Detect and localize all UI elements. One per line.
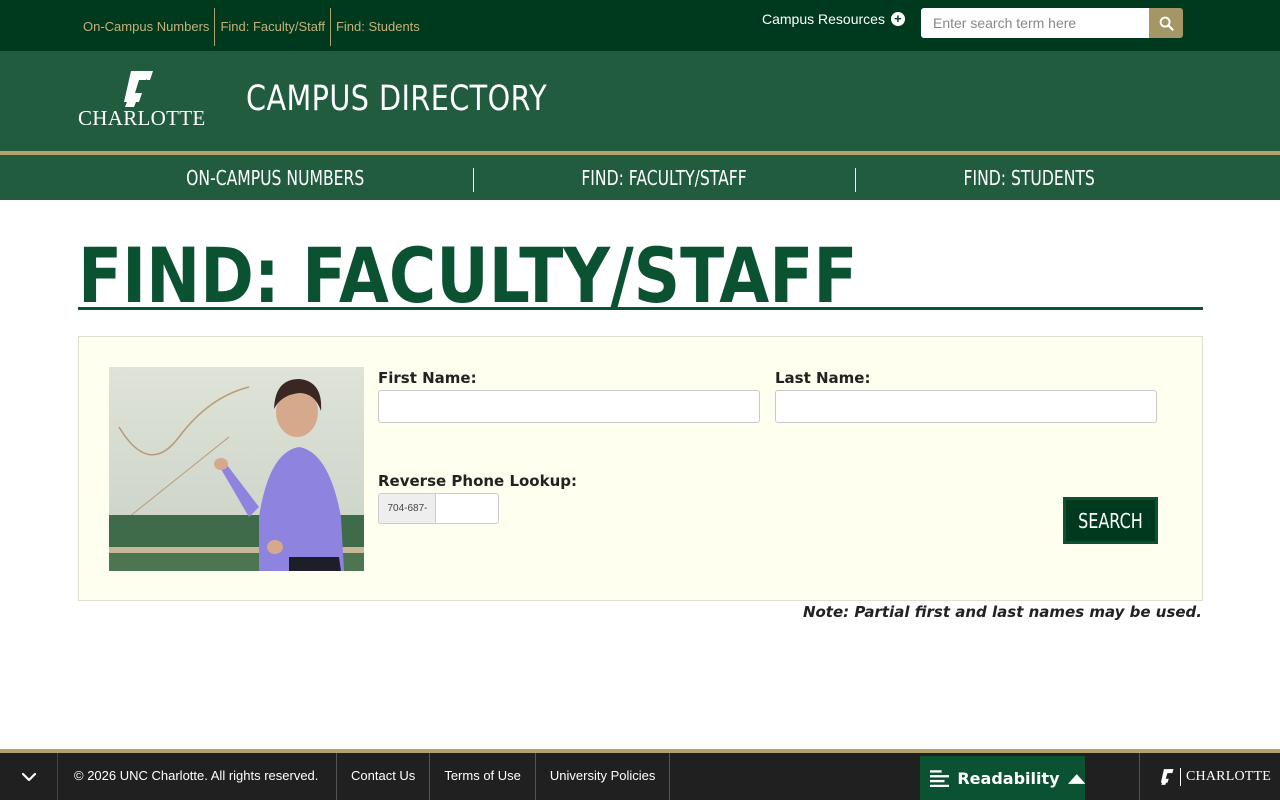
text-lines-icon xyxy=(930,770,950,787)
footer-link-university-policies[interactable]: University Policies xyxy=(534,753,671,800)
readability-label: Readability xyxy=(957,768,1060,788)
footer-logo-wordmark: CHARLOTTE xyxy=(1180,767,1271,786)
site-search-input[interactable] xyxy=(921,8,1149,38)
logo-wordmark: CHARLOTTE xyxy=(78,106,206,130)
footer-links: Contact Us Terms of Use University Polic… xyxy=(336,753,671,800)
last-name-label: Last Name: xyxy=(775,369,871,387)
nav-separator xyxy=(855,168,856,192)
first-name-input[interactable] xyxy=(378,390,760,423)
site-search xyxy=(921,8,1183,38)
search-button-label: SEARCH xyxy=(1078,508,1143,533)
charlotte-c-icon xyxy=(1160,768,1174,785)
search-icon xyxy=(1159,16,1174,31)
utility-link-find-faculty-staff[interactable]: Find: Faculty/Staff xyxy=(214,8,330,46)
caret-up-icon xyxy=(1067,773,1085,784)
copyright-text: © 2026 UNC Charlotte. All rights reserve… xyxy=(74,768,319,783)
readability-button[interactable]: Readability xyxy=(920,756,1085,800)
plus-circle-icon: + xyxy=(890,12,905,26)
utility-links: On-Campus Numbers Find: Faculty/Staff Fi… xyxy=(78,8,425,46)
phone-prefix: 704-687- xyxy=(378,493,436,524)
footer-link-terms-of-use[interactable]: Terms of Use xyxy=(429,753,535,800)
first-name-label: First Name: xyxy=(378,369,477,387)
partial-names-note: Note: Partial first and last names may b… xyxy=(802,603,1202,621)
utility-bar: On-Campus Numbers Find: Faculty/Staff Fi… xyxy=(0,0,1280,51)
nav-item-on-campus-numbers[interactable]: ON-CAMPUS NUMBERS xyxy=(80,155,470,200)
site-header: CHARLOTTE CAMPUS DIRECTORY xyxy=(0,51,1280,151)
footer-charlotte-logo[interactable]: CHARLOTTE xyxy=(1139,753,1280,800)
site-search-button[interactable] xyxy=(1149,8,1183,38)
page-title: FIND: FACULTY/STAFF xyxy=(78,231,858,320)
utility-link-on-campus-numbers[interactable]: On-Campus Numbers xyxy=(78,8,214,46)
footer-link-contact-us[interactable]: Contact Us xyxy=(336,753,429,800)
campus-resources-label: Campus Resources xyxy=(762,11,885,27)
nav-separator xyxy=(473,168,474,192)
nav-item-label: FIND: FACULTY/STAFF xyxy=(581,166,747,190)
chevron-down-icon xyxy=(21,772,36,781)
charlotte-logo[interactable]: CHARLOTTE xyxy=(78,71,206,130)
faculty-photo-illustration xyxy=(109,367,364,571)
nav-item-label: FIND: STUDENTS xyxy=(963,166,1096,190)
title-underline xyxy=(78,307,1203,310)
site-title[interactable]: CAMPUS DIRECTORY xyxy=(246,79,547,119)
faculty-photo xyxy=(109,367,364,571)
footer-toggle-button[interactable] xyxy=(0,753,58,800)
nav-item-label: ON-CAMPUS NUMBERS xyxy=(185,166,365,190)
utility-link-find-students[interactable]: Find: Students xyxy=(329,8,425,46)
reverse-phone-label: Reverse Phone Lookup: xyxy=(378,472,578,490)
phone-extension-input[interactable] xyxy=(435,493,499,524)
nav-item-find-students[interactable]: FIND: STUDENTS xyxy=(857,155,1202,200)
nav-item-find-faculty-staff[interactable]: FIND: FACULTY/STAFF xyxy=(475,155,853,200)
main-nav: ON-CAMPUS NUMBERS FIND: FACULTY/STAFF FI… xyxy=(0,155,1280,200)
site-footer: © 2026 UNC Charlotte. All rights reserve… xyxy=(0,753,1280,800)
campus-resources-button[interactable]: Campus Resources + xyxy=(762,11,905,27)
charlotte-c-icon xyxy=(124,71,153,107)
search-button[interactable]: SEARCH xyxy=(1063,497,1158,544)
faculty-search-panel: First Name: Last Name: Reverse Phone Loo… xyxy=(78,336,1203,601)
last-name-input[interactable] xyxy=(775,390,1157,423)
